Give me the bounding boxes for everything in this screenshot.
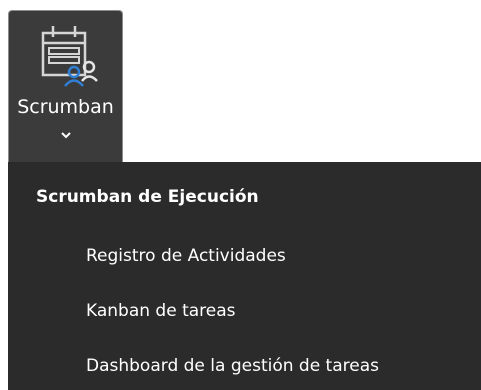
scrumban-ribbon-button[interactable]: Scrumban (8, 10, 123, 162)
menu-item-registro-actividades[interactable]: Registro de Actividades (8, 231, 481, 281)
menu-item-label: Registro de Actividades (86, 246, 286, 266)
menu-item-dashboard-gestion-tareas[interactable]: Dashboard de la gestión de tareas (8, 341, 481, 390)
scrumban-dropdown-menu: Scrumban de Ejecución Registro de Activi… (8, 162, 481, 390)
screen: Scrumban Scrumban de Ejecución Registro … (0, 0, 481, 390)
menu-item-kanban-tareas[interactable]: Kanban de tareas (8, 286, 481, 336)
menu-section-header: Scrumban de Ejecución (36, 187, 259, 207)
calendar-people-icon (41, 26, 98, 87)
menu-item-label: Dashboard de la gestión de tareas (86, 356, 379, 376)
scrumban-button-label: Scrumban (17, 96, 114, 118)
menu-item-label: Kanban de tareas (86, 301, 236, 321)
chevron-down-icon[interactable] (58, 129, 74, 141)
